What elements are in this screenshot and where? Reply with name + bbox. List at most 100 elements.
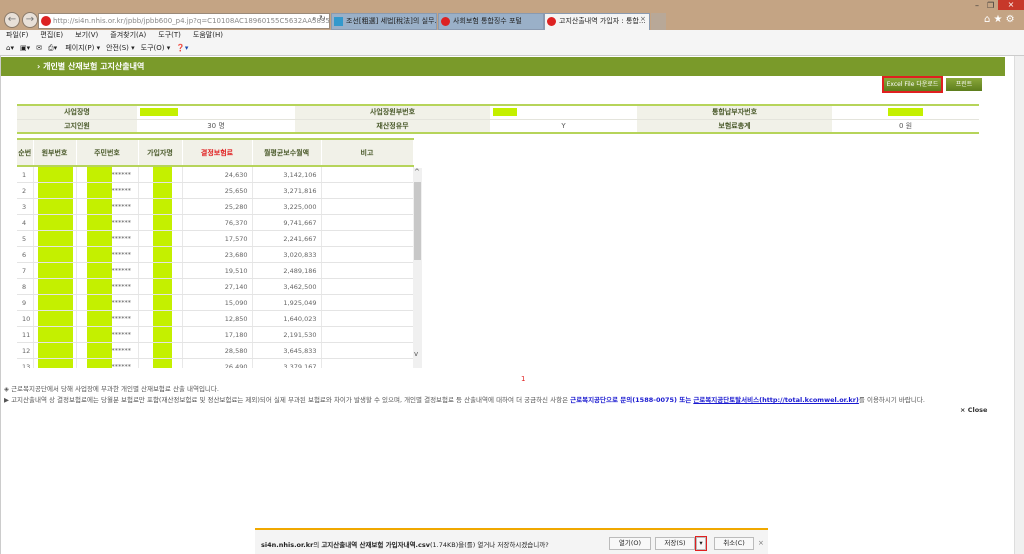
name-redacted	[138, 214, 183, 231]
mail-icon[interactable]: ✉	[36, 44, 42, 52]
home-icon[interactable]: ⌂▾	[6, 44, 14, 52]
rrn-masked: ******	[111, 234, 132, 243]
tab-close-icon[interactable]: ×	[640, 15, 646, 23]
page-menu[interactable]: 페이지(P) ▾	[65, 44, 100, 52]
open-button[interactable]: 열기(O)	[609, 537, 651, 550]
table-row[interactable]: 5 ****** 17,570 2,241,667	[17, 230, 414, 247]
scroll-up-icon[interactable]: ^	[414, 168, 420, 176]
premium: 76,370	[182, 214, 253, 231]
premium: 23,680	[182, 246, 253, 263]
menu-file[interactable]: 파일(F)	[6, 31, 28, 39]
scroll-down-icon[interactable]: v	[414, 350, 418, 358]
name-redacted	[138, 326, 183, 343]
table-scrollbar-thumb[interactable]	[414, 182, 421, 260]
ledger-no-redacted	[33, 342, 77, 359]
remark	[321, 166, 414, 183]
save-options-dropdown[interactable]: ▾	[695, 536, 707, 551]
page-number[interactable]: 1	[521, 375, 525, 383]
table-row[interactable]: 11 ****** 17,180 2,191,530	[17, 326, 414, 343]
cancel-button[interactable]: 취소(C)	[714, 537, 754, 550]
premium: 12,850	[182, 310, 253, 327]
menu-favorites[interactable]: 즐겨찾기(A)	[110, 31, 146, 39]
restore-button[interactable]: ❐	[987, 1, 994, 10]
biz-name-label: 사업장명	[17, 105, 137, 120]
monthly-wage: 9,741,667	[252, 214, 322, 231]
note-2-text: ▶ 고지산출내역 상 결정보험료에는 당월분 보험료만 포함(재산정보험료 및 …	[4, 396, 571, 404]
ledger-no-redacted	[33, 182, 77, 199]
close-window-button[interactable]: ×	[998, 0, 1024, 10]
monthly-wage: 3,462,500	[252, 278, 322, 295]
monthly-wage: 1,640,023	[252, 310, 322, 327]
asset-value: Y	[490, 119, 637, 134]
tab-icon	[547, 17, 556, 26]
column-header: 순번	[17, 138, 34, 167]
search-refresh-icon[interactable]: ⌕ ↻	[312, 14, 326, 24]
address-bar[interactable]: http://si4n.nhis.or.kr/jpbb/jpbb600_p4.j…	[38, 13, 330, 29]
table-row[interactable]: 8 ****** 27,140 3,462,500	[17, 278, 414, 295]
table-row[interactable]: 9 ****** 15,090 1,925,049	[17, 294, 414, 311]
tab-icon	[334, 17, 343, 26]
excel-download-button[interactable]: Excel File 다운로드	[882, 76, 943, 93]
safety-menu[interactable]: 안전(S) ▾	[106, 44, 135, 52]
premium: 26,490	[182, 358, 253, 368]
minimize-button[interactable]: –	[975, 1, 979, 10]
table-row[interactable]: 7 ****** 19,510 2,489,186	[17, 262, 414, 279]
close-link[interactable]: × Close	[960, 406, 987, 414]
table-row[interactable]: 6 ****** 23,680 3,020,833	[17, 246, 414, 263]
name-redacted	[138, 230, 183, 247]
new-tab-button[interactable]	[651, 13, 666, 30]
rrn-masked: ******	[111, 202, 132, 211]
rrn-cell: ******	[76, 358, 139, 369]
page-title: › 개인별 산재보험 고지산출내역	[1, 57, 1005, 76]
contact-text: 근로복지공단으로 문의(1588-0075) 또는	[570, 396, 692, 404]
remark	[321, 310, 414, 327]
site-icon	[41, 16, 51, 26]
table-row[interactable]: 10 ****** 12,850 1,640,023	[17, 310, 414, 327]
rrn-cell: ******	[76, 230, 139, 247]
print-button[interactable]: 프린트	[946, 78, 982, 91]
page-scrollbar[interactable]	[1014, 56, 1024, 554]
tab-label: 고지산출내역 가입자 : 통합...	[559, 17, 646, 25]
rrn-masked: ******	[111, 250, 132, 259]
close-bar-icon[interactable]: ×	[758, 539, 764, 547]
url-text: http://si4n.nhis.or.kr/jpbb/jpbb600_p4.j…	[53, 17, 330, 25]
total-service-link[interactable]: 근로복지공단토탈서비스(http://total.kcomwel.or.kr)	[693, 396, 859, 404]
table-row[interactable]: 3 ****** 25,280 3,225,000	[17, 198, 414, 215]
menu-view[interactable]: 보기(V)	[75, 31, 98, 39]
tools-menu[interactable]: 도구(O) ▾	[141, 44, 171, 52]
rrn-masked: ******	[111, 362, 132, 369]
row-no: 13	[17, 358, 34, 368]
tab-3-active[interactable]: 고지산출내역 가입자 : 통합...	[544, 13, 650, 30]
redacted-value	[493, 108, 517, 117]
menu-tools[interactable]: 도구(T)	[158, 31, 181, 39]
note-2: ▶ 고지산출내역 상 결정보험료에는 당월분 보험료만 포함(재산정보험료 및 …	[4, 394, 925, 404]
rrn-cell: ******	[76, 246, 139, 263]
table-row[interactable]: 1 ****** 24,630 3,142,106	[17, 166, 414, 183]
table-row[interactable]: 4 ****** 76,370 9,741,667	[17, 214, 414, 231]
premium: 25,650	[182, 182, 253, 199]
tab-2[interactable]: 사회보험 통합징수 포털	[438, 13, 544, 30]
table-row[interactable]: 13 ****** 26,490 3,379,167	[17, 358, 414, 369]
menu-help[interactable]: 도움말(H)	[193, 31, 223, 39]
help-icon[interactable]: ❓▾	[176, 44, 188, 52]
menu-edit[interactable]: 편집(E)	[40, 31, 63, 39]
home-star-gear-icons[interactable]: ⌂ ★ ⚙	[984, 14, 1015, 25]
tab-label: 조선[粗選] 세법[稅法]의 실무...	[346, 17, 437, 25]
name-redacted	[138, 310, 183, 327]
monthly-wage: 2,489,186	[252, 262, 322, 279]
feed-icon[interactable]: ▣▾	[20, 44, 30, 52]
monthly-wage: 2,191,530	[252, 326, 322, 343]
table-row[interactable]: 2 ****** 25,650 3,271,816	[17, 182, 414, 199]
monthly-wage: 3,142,106	[252, 166, 322, 183]
remark	[321, 182, 414, 199]
table-row[interactable]: 12 ****** 28,580 3,645,833	[17, 342, 414, 359]
back-button[interactable]: ←	[4, 12, 20, 28]
remark	[321, 326, 414, 343]
remark	[321, 246, 414, 263]
rrn-masked: ******	[111, 170, 132, 179]
tab-1[interactable]: 조선[粗選] 세법[稅法]의 실무...	[331, 13, 437, 30]
row-no: 3	[17, 198, 34, 215]
forward-button[interactable]: →	[22, 12, 38, 28]
print-icon[interactable]: ⎙▾	[48, 44, 57, 52]
save-button[interactable]: 저장(S)	[655, 537, 695, 550]
